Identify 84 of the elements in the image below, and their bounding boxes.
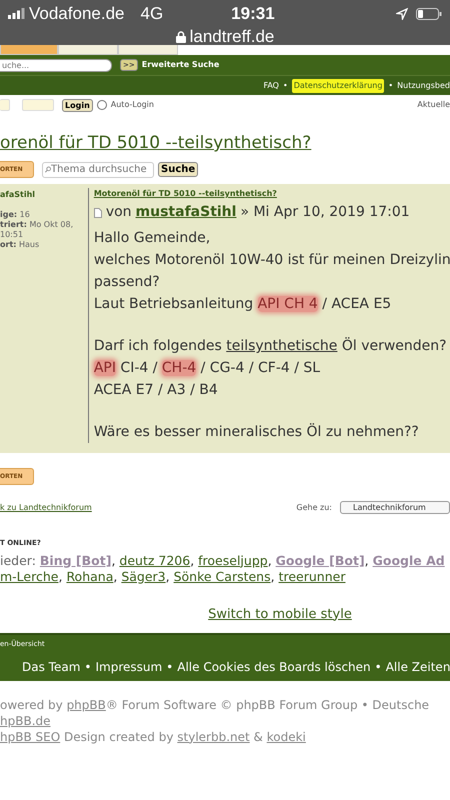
document-icon	[94, 208, 102, 218]
credits-text: Design created by	[62, 730, 174, 744]
credits-text: ® Forum Software © phpBB Forum Group • Deutsche	[106, 698, 430, 712]
post-text-line: welches Motorenöl 10W-40 ist für meinen Dreizylin	[94, 251, 450, 270]
post-text-line: Laut Betriebsanleitung API CH 4 / ACEA E5	[94, 295, 392, 314]
nav-link[interactable]: Datenschutzerklärung	[292, 78, 384, 92]
member-name-link[interactable]: treerunner	[278, 568, 346, 584]
signal-icon	[8, 8, 25, 19]
member-name-link[interactable]: Sönke Carstens	[174, 568, 271, 584]
tab[interactable]	[0, 45, 58, 55]
login-button[interactable]: Login	[62, 98, 93, 112]
separator-dot: •	[166, 658, 174, 676]
credit-link[interactable]: kodeki	[266, 730, 306, 744]
member-name-link[interactable]: Rohana	[66, 568, 114, 584]
topic-title[interactable]: orenöl für TD 5010 --teilsynthetisch?	[0, 133, 450, 153]
credit-link[interactable]: hpBB.de	[0, 714, 51, 728]
password-field[interactable]	[22, 99, 54, 111]
post-date: » Mi Apr 10, 2019 17:01	[240, 203, 410, 222]
search-field[interactable]: uche...	[0, 58, 112, 72]
auto-login-checkbox[interactable]	[96, 100, 107, 110]
member-name-link[interactable]: deutz 7206	[119, 552, 190, 568]
credit-link[interactable]: hpBB SEO	[0, 730, 60, 744]
separator: ,	[270, 568, 276, 584]
profile-field: triert: Mo Okt 08, 10:51	[0, 220, 88, 240]
highlight-mark: CH-4	[162, 360, 196, 376]
current-link[interactable]: Aktuelle	[417, 99, 450, 111]
separator: ,	[111, 552, 116, 568]
separator: ,	[268, 552, 273, 568]
carrier-name: Vodafone.de	[29, 2, 124, 25]
separator-dot: •	[84, 658, 92, 676]
address-bar-url: landtreff.de	[190, 26, 274, 48]
credit-link[interactable]: phpBB	[66, 698, 106, 712]
separator: ,	[113, 568, 118, 584]
separator: ,	[166, 568, 171, 584]
highlight-mark: API	[94, 360, 116, 376]
footer-link[interactable]: Alle Zeiten	[386, 658, 450, 676]
lock-icon	[176, 30, 186, 43]
author-name[interactable]: afaStihl	[0, 190, 88, 200]
member-name-link[interactable]: Säger3	[121, 568, 166, 584]
tab[interactable]	[58, 45, 118, 55]
member-name-link[interactable]: m-Lerche	[0, 568, 58, 584]
jump-label: Gehe zu:	[296, 502, 332, 514]
post-text-line: API CI-4 / CH-4 / CG-4 / CF-4 / SL	[94, 359, 322, 378]
post-text-line: Wäre es besser mineralisches Öl zu nehmen??	[94, 422, 420, 442]
back-link[interactable]: k zu Landtechnikforum	[0, 502, 92, 514]
post-author-link[interactable]: mustafaStihl	[136, 202, 236, 223]
post-subject-link[interactable]: Motorenöl für TD 5010 --teilsynthetisch?	[94, 188, 450, 200]
footer-link[interactable]: Impressum	[95, 658, 162, 676]
search-button[interactable]: Suche	[158, 162, 198, 177]
separator: ,	[58, 568, 64, 584]
mobile-style-link[interactable]: Switch to mobile style	[208, 606, 352, 622]
profile-field: ige: 16	[0, 210, 88, 220]
separator: ,	[190, 552, 196, 568]
topic-search-field[interactable]: Thema durchsuche	[42, 162, 154, 178]
members-label: ieder:	[0, 552, 37, 568]
footer-link[interactable]: Das Team	[22, 658, 80, 676]
highlight-mark: API CH 4	[258, 296, 318, 312]
location-arrow-icon	[396, 8, 408, 20]
tab[interactable]	[118, 45, 178, 55]
clock-time: 19:31	[231, 2, 275, 25]
credits-text: owered by	[0, 698, 64, 712]
auto-login-label: Auto-Login	[110, 99, 154, 111]
post-text-line: Hallo Gemeinde,	[94, 229, 212, 248]
username-field[interactable]	[0, 99, 10, 111]
nav-link[interactable]: Nutzungsbed	[397, 80, 450, 92]
separator-dot: •	[388, 80, 394, 92]
search-icon	[45, 165, 51, 174]
nav-link[interactable]: FAQ	[263, 80, 279, 92]
credit-link[interactable]: stylerbb.net	[177, 730, 250, 744]
battery-icon	[416, 8, 442, 20]
by-label: von	[106, 203, 132, 222]
separator-dot: •	[374, 658, 382, 676]
post-text-line: passend?	[94, 273, 161, 292]
credits-text: &	[252, 730, 264, 744]
footer-link[interactable]: Alle Cookies des Boards löschen	[177, 658, 371, 676]
separator-dot: •	[282, 80, 288, 92]
post-text-line: Darf ich folgendes teilsynthetische Öl verwenden?	[94, 336, 448, 356]
separator: ,	[364, 552, 370, 568]
post-text-line: ACEA E7 / A3 / B4	[94, 381, 219, 400]
network-type: 4G	[140, 2, 164, 25]
member-name-link[interactable]: froeseljupp	[198, 552, 268, 568]
jump-select[interactable]: Landtechnikforum	[340, 501, 450, 514]
advanced-search-link[interactable]: Erweiterte Suche	[142, 59, 220, 71]
profile-field: ort: Haus	[0, 240, 88, 250]
